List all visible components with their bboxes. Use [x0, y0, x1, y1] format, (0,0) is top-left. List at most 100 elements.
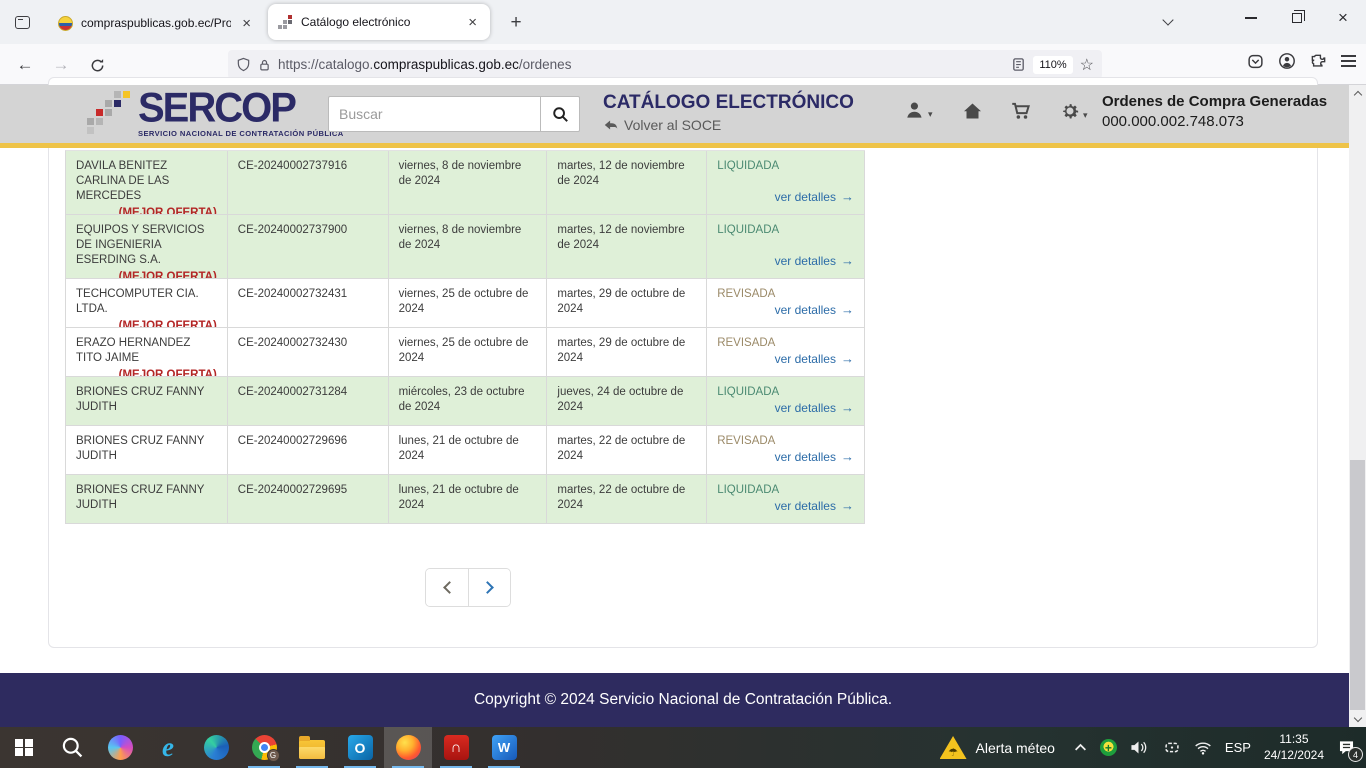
taskbar-search-button[interactable] — [48, 727, 96, 768]
status-badge: REVISADA — [717, 337, 775, 349]
list-all-tabs-button[interactable] — [1156, 12, 1180, 32]
order-code: CE-20240002737916 — [228, 151, 389, 214]
tab-catalogo-electronico[interactable]: Catálogo electrónico × — [268, 4, 490, 40]
table-row: BRIONES CRUZ FANNY JUDITH CE-20240002729… — [66, 426, 865, 475]
reload-icon — [90, 58, 105, 73]
new-tab-button[interactable]: + — [504, 11, 528, 35]
word-button[interactable]: W — [480, 727, 528, 768]
ver-detalles-link[interactable]: ver detalles→ — [775, 189, 854, 206]
cast-display-icon[interactable] — [1163, 740, 1181, 755]
best-offer-badge: (MEJOR OFERTA) — [76, 206, 217, 214]
arrow-right-icon: → — [841, 498, 854, 515]
address-bar[interactable]: https://catalogo.compraspublicas.gob.ec/… — [228, 50, 1102, 79]
edge-button[interactable] — [192, 727, 240, 768]
scroll-up-arrow[interactable] — [1349, 85, 1366, 101]
pocket-icon[interactable] — [1247, 53, 1264, 70]
search-button[interactable] — [540, 96, 580, 132]
site-header: SERCOP SERVICIO NACIONAL DE CONTRATACIÓN… — [0, 85, 1366, 143]
status-badge: LIQUIDADA — [717, 224, 779, 236]
volver-al-soce-link[interactable]: Volver al SOCE — [603, 117, 721, 133]
restore-button[interactable] — [1274, 0, 1320, 36]
table-row: DAVILA BENITEZ CARLINA DE LAS MERCEDES(M… — [66, 151, 865, 215]
chrome-button[interactable]: G — [240, 727, 288, 768]
order-date-2: martes, 12 de noviembre de 2024 — [547, 151, 707, 214]
shield-icon — [236, 57, 251, 72]
firefox-view-button[interactable] — [8, 9, 36, 35]
table-row: TECHCOMPUTER CIA. LTDA.(MEJOR OFERTA) CE… — [66, 279, 865, 328]
ver-detalles-link[interactable]: ver detalles→ — [775, 498, 854, 515]
minimize-button[interactable] — [1228, 0, 1274, 36]
ver-detalles-link[interactable]: ver detalles→ — [775, 400, 854, 417]
reader-view-icon[interactable] — [1011, 57, 1026, 72]
status-badge: LIQUIDADA — [717, 160, 779, 172]
table-row: ERAZO HERNANDEZ TITO JAIME(MEJOR OFERTA)… — [66, 328, 865, 377]
clock[interactable]: 11:35 24/12/2024 — [1264, 732, 1324, 763]
acrobat-button[interactable]: ∩ — [432, 727, 480, 768]
wifi-icon[interactable] — [1194, 741, 1212, 755]
notification-center-button[interactable]: 4 — [1337, 738, 1356, 757]
previous-page-button[interactable] — [426, 569, 468, 606]
zoom-level-indicator[interactable]: 110% — [1033, 56, 1072, 74]
table-row: BRIONES CRUZ FANNY JUDITH CE-20240002729… — [66, 475, 865, 524]
volume-icon[interactable] — [1130, 740, 1150, 755]
home-icon — [962, 101, 983, 121]
ver-detalles-link[interactable]: ver detalles→ — [775, 253, 854, 270]
account-icon[interactable] — [1278, 52, 1296, 70]
next-page-button[interactable] — [468, 569, 510, 606]
order-date-2: martes, 12 de noviembre de 2024 — [547, 215, 707, 278]
forward-button[interactable]: → — [48, 52, 74, 78]
menu-hamburger-icon[interactable] — [1341, 55, 1356, 67]
language-indicator[interactable]: ESP — [1225, 740, 1251, 755]
lock-icon — [258, 58, 271, 72]
tray-chevron-up-icon[interactable] — [1074, 743, 1087, 752]
firefox-button[interactable] — [384, 727, 432, 768]
order-date-1: viernes, 8 de noviembre de 2024 — [389, 215, 548, 278]
user-menu-button[interactable]: ▾ — [905, 101, 933, 120]
file-explorer-button[interactable] — [288, 727, 336, 768]
scrollbar-thumb[interactable] — [1350, 460, 1365, 710]
tab-label: compraspublicas.gob.ec/Proce — [81, 16, 231, 30]
back-button[interactable]: ← — [12, 52, 38, 78]
internet-explorer-button[interactable]: e — [144, 727, 192, 768]
weather-alert-widget[interactable]: ☂ Alerta méteo — [934, 727, 1061, 768]
cart-icon — [1010, 101, 1032, 121]
status-badge: REVISADA — [717, 435, 775, 447]
start-button[interactable] — [0, 727, 48, 768]
provider-name: TECHCOMPUTER CIA. LTDA. — [76, 288, 199, 315]
close-button[interactable]: × — [1320, 0, 1366, 36]
orders-counter: Ordenes de Compra Generadas 000.000.002.… — [1102, 93, 1342, 130]
settings-menu-button[interactable]: ▾ — [1060, 101, 1088, 121]
page-scrollbar[interactable] — [1349, 85, 1366, 727]
taskbar: e G O ∩ W ☂ Alerta méteo + ESP 11:35 24/… — [0, 727, 1366, 768]
sercop-logo[interactable]: SERCOP SERVICIO NACIONAL DE CONTRATACIÓN… — [84, 89, 344, 139]
tab-close-icon[interactable]: × — [239, 15, 254, 32]
order-date-2: martes, 22 de octubre de 2024 — [547, 475, 707, 523]
tab-compraspublicas[interactable]: compraspublicas.gob.ec/Proce × — [48, 7, 264, 39]
arrow-right-icon: → — [841, 400, 854, 417]
reload-button[interactable] — [84, 52, 110, 78]
date: 24/12/2024 — [1264, 748, 1324, 762]
scroll-down-arrow[interactable] — [1349, 711, 1366, 727]
order-date-1: miércoles, 23 de octubre de 2024 — [389, 377, 548, 425]
caret-down-icon: ▾ — [928, 109, 933, 120]
cart-button[interactable] — [1010, 101, 1032, 121]
ver-detalles-link[interactable]: ver detalles→ — [775, 449, 854, 466]
time: 11:35 — [1279, 732, 1308, 746]
order-code: CE-20240002737900 — [228, 215, 389, 278]
bookmark-star-icon[interactable]: ☆ — [1080, 55, 1094, 75]
warning-triangle-icon: ☂ — [940, 736, 967, 759]
outlook-button[interactable]: O — [336, 727, 384, 768]
orders-count: 000.000.002.748.073 — [1102, 113, 1342, 130]
copilot-button[interactable] — [96, 727, 144, 768]
extensions-puzzle-icon[interactable] — [1310, 53, 1327, 70]
gold-divider — [0, 143, 1366, 148]
page-viewport: SERCOP SERVICIO NACIONAL DE CONTRATACIÓN… — [0, 85, 1366, 727]
ver-detalles-link[interactable]: ver detalles→ — [775, 351, 854, 368]
ver-detalles-link[interactable]: ver detalles→ — [775, 302, 854, 319]
tab-close-icon[interactable]: × — [465, 14, 480, 31]
antivirus-tray-icon[interactable]: + — [1100, 739, 1117, 756]
home-button[interactable] — [962, 101, 983, 121]
firefox-icon — [396, 735, 421, 760]
search-input[interactable] — [328, 96, 540, 132]
order-code: CE-20240002729696 — [228, 426, 389, 474]
